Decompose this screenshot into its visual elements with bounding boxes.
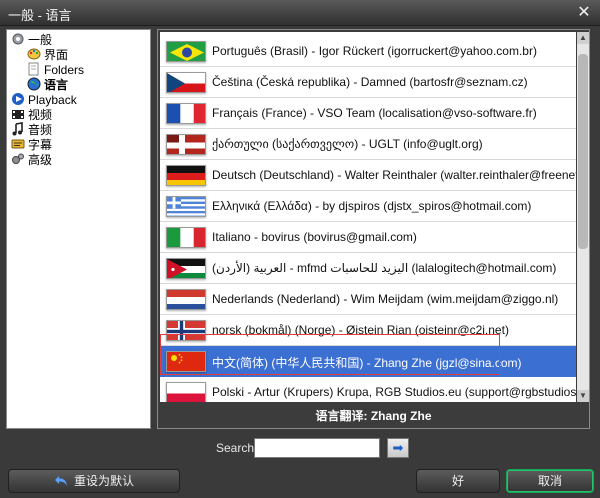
search-label: Search: bbox=[216, 441, 258, 455]
gear-icon bbox=[11, 32, 25, 45]
folder-icon bbox=[27, 62, 41, 76]
reset-defaults-button[interactable]: 重设为默认 bbox=[8, 469, 180, 493]
close-icon[interactable]: ✕ bbox=[574, 3, 594, 23]
language-row-no[interactable]: norsk (bokmål) (Norge) - Øistein Rian (o… bbox=[160, 315, 576, 346]
scroll-up-icon[interactable]: ▲ bbox=[577, 32, 589, 44]
language-row-de[interactable]: Deutsch (Deutschland) - Walter Reinthale… bbox=[160, 160, 576, 191]
language-row-gr[interactable]: Ελληνικά (Ελλάδα) - by djspiros (djstx_s… bbox=[160, 191, 576, 222]
cancel-button[interactable]: 取消 bbox=[506, 469, 594, 493]
translator-credit: 语言翻译: Zhang Zhe bbox=[315, 409, 432, 423]
language-list-scrollbar[interactable]: ▲ ▼ bbox=[577, 32, 589, 402]
netherlands-flag-icon bbox=[166, 289, 206, 310]
italy-flag-icon bbox=[166, 227, 206, 248]
brazil-flag-icon bbox=[166, 41, 206, 62]
georgia-flag-icon bbox=[166, 134, 206, 155]
language-row-ge[interactable]: ქართული (საქართველო) - UGLT (info@uglt.o… bbox=[160, 129, 576, 160]
tree-item-language[interactable]: 语言 bbox=[27, 77, 68, 92]
tree-item-folders[interactable]: Folders bbox=[27, 62, 84, 77]
window-title: 一般 - 语言 bbox=[8, 8, 72, 23]
czech-flag-icon bbox=[166, 72, 206, 93]
ok-button[interactable]: 好 bbox=[416, 469, 500, 493]
video-icon bbox=[11, 107, 25, 120]
settings-tree: 一般 界面 Folders 语言 Playback 视频 音频 字幕 高级 bbox=[6, 29, 151, 429]
tree-item-audio[interactable]: 音频 bbox=[11, 122, 52, 137]
tree-item-playback[interactable]: Playback bbox=[11, 92, 77, 107]
scrollbar-thumb[interactable] bbox=[578, 54, 588, 249]
france-flag-icon bbox=[166, 103, 206, 124]
advanced-gear-icon bbox=[11, 152, 25, 165]
scroll-down-icon[interactable]: ▼ bbox=[577, 390, 589, 402]
language-panel: Português (Brasil) - Igor Rückert (igorr… bbox=[157, 29, 590, 429]
greece-flag-icon bbox=[166, 196, 206, 217]
tree-item-interface[interactable]: 界面 bbox=[27, 47, 68, 62]
play-icon bbox=[11, 92, 25, 105]
search-input[interactable] bbox=[254, 438, 380, 458]
tree-item-general[interactable]: 一般 bbox=[11, 32, 52, 47]
language-row-jo[interactable]: (الأردن) العربية - mfmd اليزيد للحاسبات … bbox=[160, 253, 576, 284]
china-flag-icon bbox=[166, 351, 206, 372]
language-row-cz[interactable]: Čeština (Česká republika) - Damned (bart… bbox=[160, 67, 576, 98]
language-list: Português (Brasil) - Igor Rückert (igorr… bbox=[160, 32, 576, 402]
language-row-br[interactable]: Português (Brasil) - Igor Rückert (igorr… bbox=[160, 36, 576, 67]
tree-item-subtitles[interactable]: 字幕 bbox=[11, 137, 52, 152]
globe-icon bbox=[27, 77, 41, 91]
subtitles-icon bbox=[11, 137, 25, 150]
language-row-fr[interactable]: Français (France) - VSO Team (localisati… bbox=[160, 98, 576, 129]
germany-flag-icon bbox=[166, 165, 206, 186]
undo-arrow-icon bbox=[54, 472, 68, 486]
language-row-cn[interactable]: 中文(简体) (中华人民共和国) - Zhang Zhe (jgzl@sina.… bbox=[160, 346, 576, 377]
tree-item-advanced[interactable]: 高级 bbox=[11, 152, 52, 167]
language-row-it[interactable]: Italiano - bovirus (bovirus@gmail.com) bbox=[160, 222, 576, 253]
norway-flag-icon bbox=[166, 320, 206, 341]
title-bar: 一般 - 语言 ✕ bbox=[0, 0, 600, 26]
language-row-nl[interactable]: Nederlands (Nederland) - Wim Meijdam (wi… bbox=[160, 284, 576, 315]
music-note-icon bbox=[11, 122, 25, 136]
poland-flag-icon bbox=[166, 382, 206, 402]
search-go-icon[interactable]: ➡ bbox=[387, 438, 409, 458]
jordan-flag-icon bbox=[166, 258, 206, 279]
tree-item-video[interactable]: 视频 bbox=[11, 107, 52, 122]
paint-palette-icon bbox=[27, 47, 41, 60]
language-row-pl[interactable]: Polski - Artur (Krupers) Krupa, RGB Stud… bbox=[160, 377, 576, 402]
